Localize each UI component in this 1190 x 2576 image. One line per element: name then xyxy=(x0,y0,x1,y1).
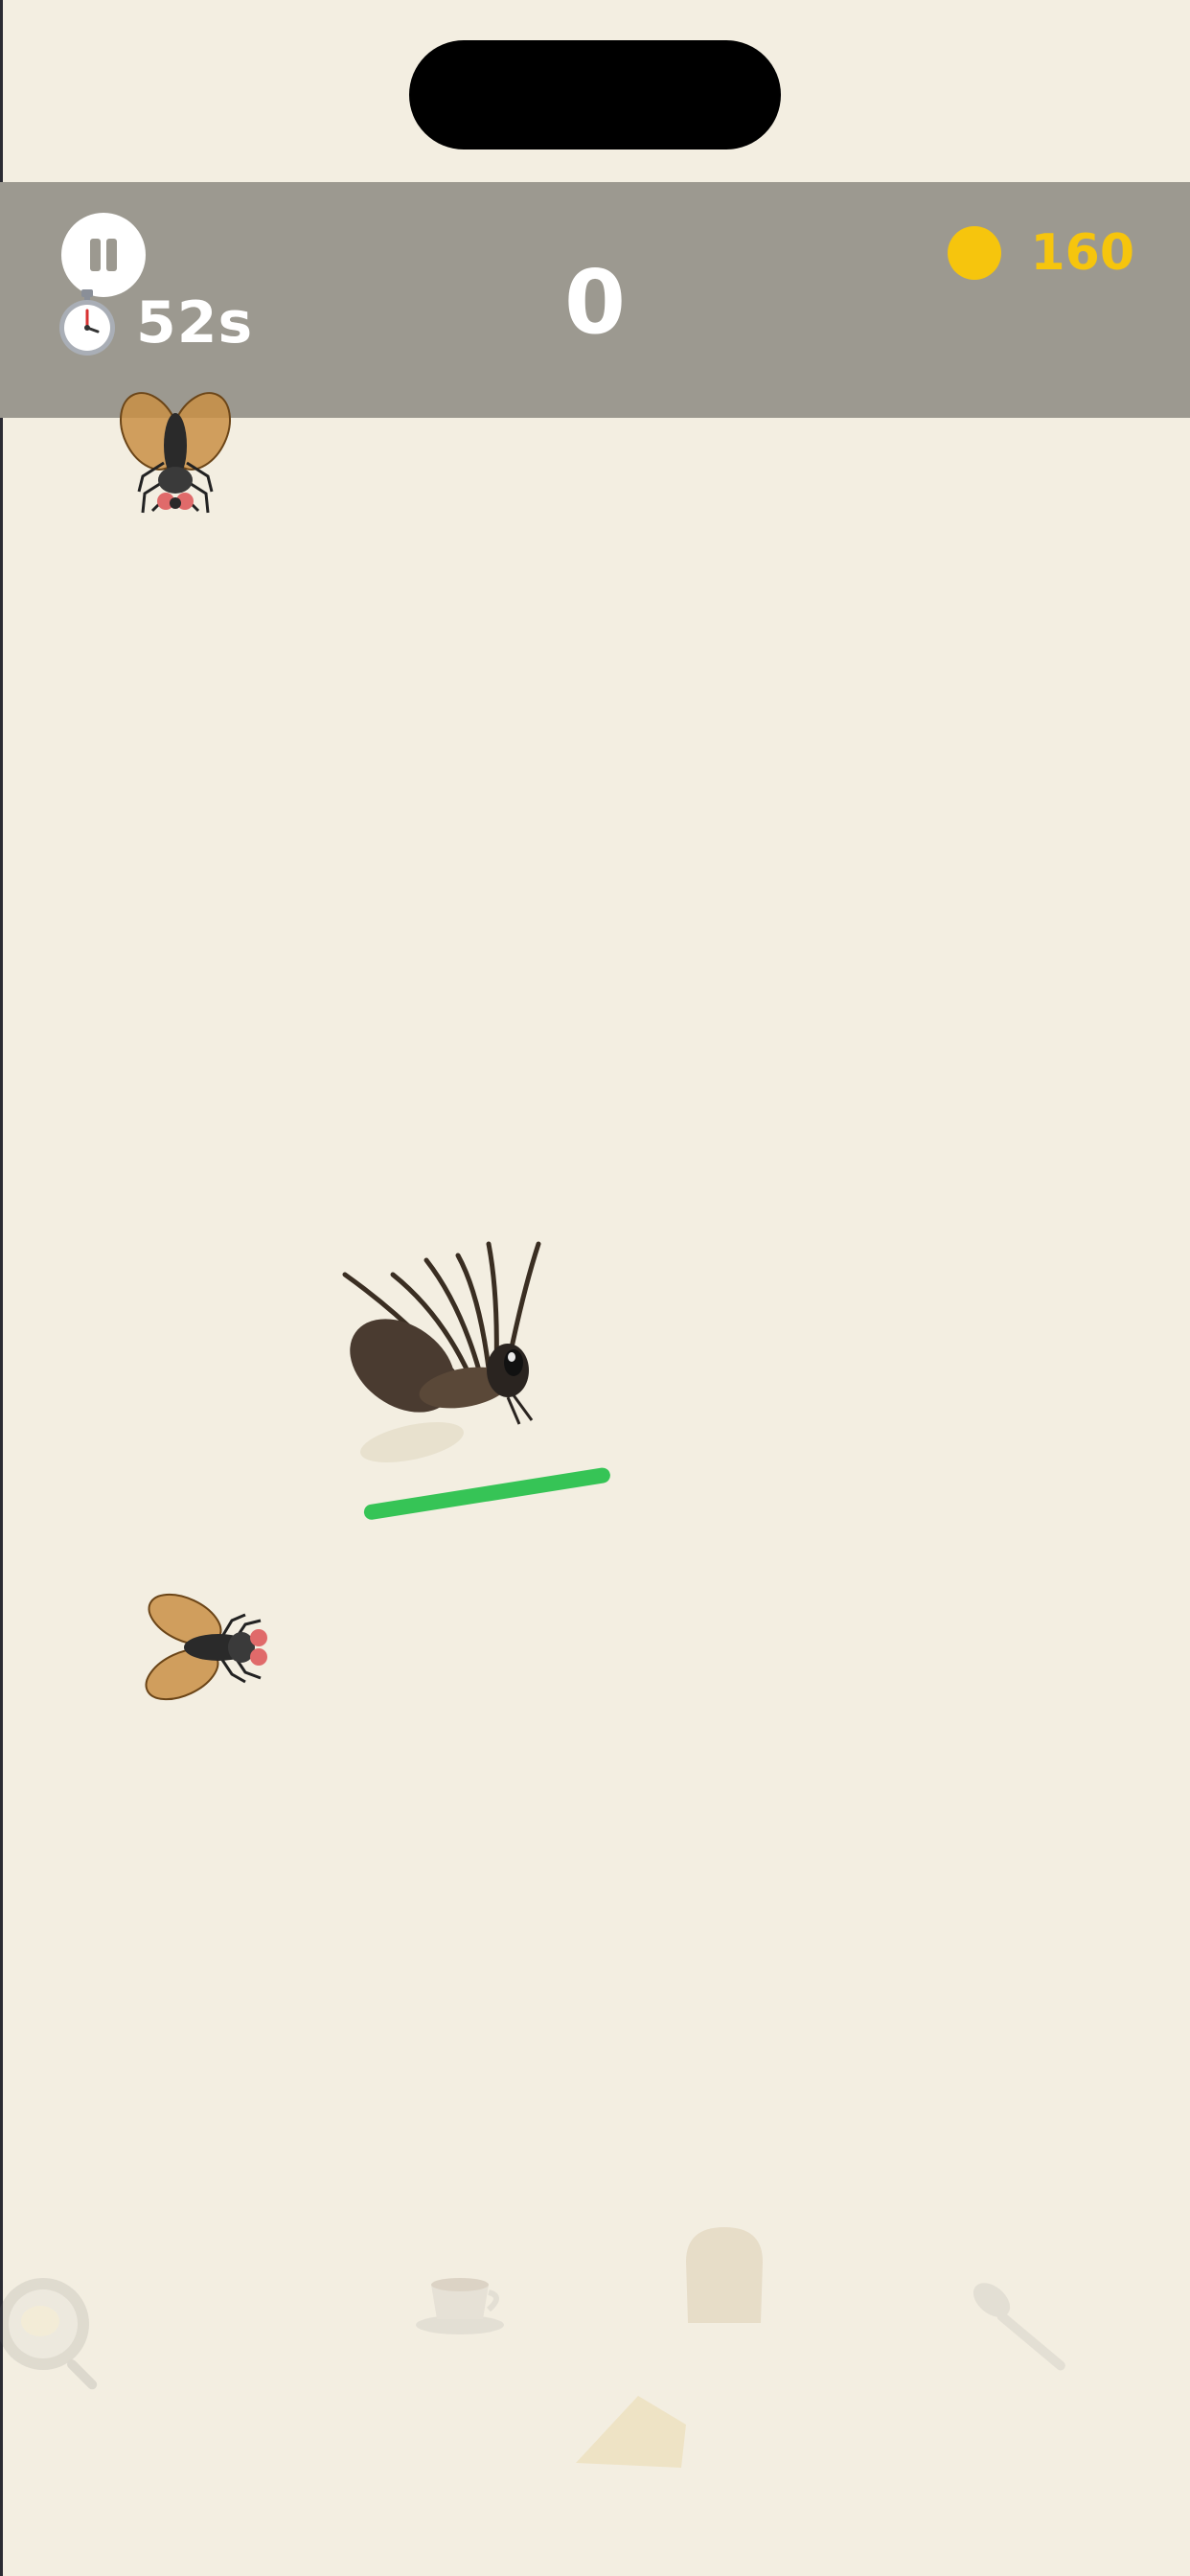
timer-text: 52s xyxy=(136,289,254,356)
coin-counter: 160 xyxy=(948,224,1134,282)
spoon-icon xyxy=(973,2283,1065,2371)
fly-icon[interactable] xyxy=(142,1586,276,1711)
bread-icon xyxy=(686,2227,763,2323)
dynamic-island xyxy=(409,40,781,150)
coffee-cup-icon xyxy=(416,2278,504,2334)
mosquito-icon[interactable] xyxy=(335,1236,565,1485)
timer: 52s xyxy=(56,288,253,358)
fly-icon[interactable] xyxy=(110,388,240,522)
hud-bar: 52s 0 160 xyxy=(0,182,1190,418)
stopwatch-icon xyxy=(59,289,115,356)
frying-pan-icon xyxy=(0,2278,98,2390)
cheese-icon xyxy=(576,2396,686,2468)
game-screen[interactable]: 52s 0 160 xyxy=(0,0,1190,2576)
score: 0 xyxy=(563,251,626,354)
coin-icon xyxy=(948,226,1002,280)
pause-icon xyxy=(90,239,101,271)
coin-count: 160 xyxy=(1030,224,1134,282)
pause-button[interactable] xyxy=(61,213,146,297)
